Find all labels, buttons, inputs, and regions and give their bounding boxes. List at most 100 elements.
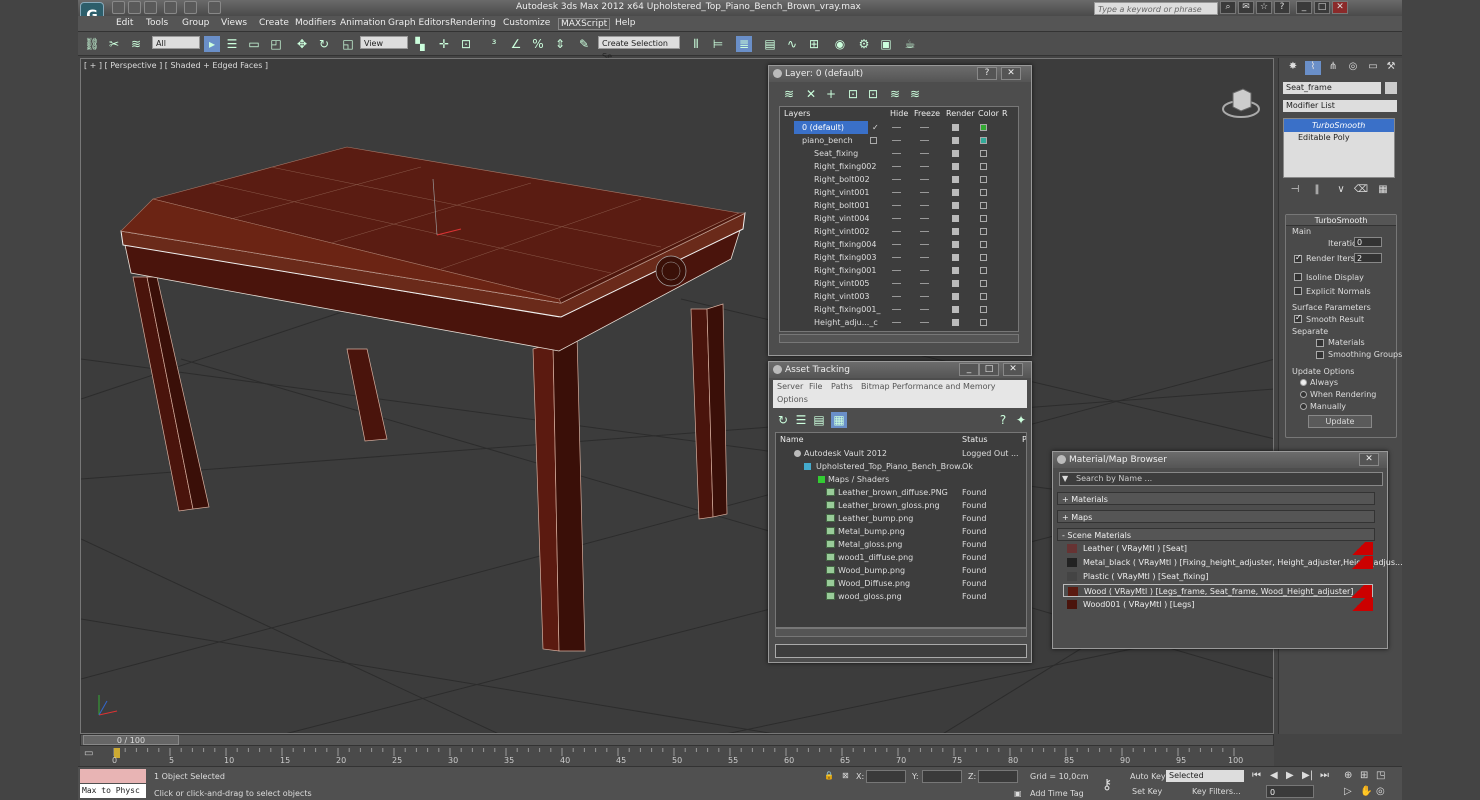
layer-close-button[interactable]: ✕: [1001, 67, 1021, 80]
time-slider-thumb[interactable]: 0 / 100: [83, 735, 179, 745]
modify-tab-icon[interactable]: ⌇: [1305, 61, 1321, 75]
material-row-wood[interactable]: Wood ( VRayMtl ) [Legs_frame, Seat_frame…: [1063, 584, 1373, 598]
save-icon[interactable]: [144, 1, 157, 14]
asset-menu-file[interactable]: File: [809, 382, 822, 391]
selection-filter-select[interactable]: All: [152, 36, 200, 49]
matbrowser-close-button[interactable]: ✕: [1359, 453, 1379, 466]
smoothing-groups-checkbox[interactable]: [1316, 351, 1324, 359]
layer-row[interactable]: Right_fixing001_: [780, 303, 1018, 316]
zoom-all-icon[interactable]: ⊞: [1360, 770, 1368, 781]
key-filter-select[interactable]: Selected: [1166, 770, 1244, 782]
close-button[interactable]: ✕: [1332, 1, 1348, 14]
material-row-metal-black[interactable]: Metal_black ( VRayMtl ) [Fixing_height_a…: [1063, 556, 1403, 569]
window-menu-icon[interactable]: [773, 365, 782, 374]
spinner-snap-icon[interactable]: ⇕: [552, 36, 568, 52]
maxscript-listener-pink[interactable]: [80, 769, 146, 783]
menu-maxscript[interactable]: MAXScript: [558, 18, 611, 30]
pin-stack-icon[interactable]: ⊣: [1287, 184, 1303, 198]
keyboard-shortcut-icon[interactable]: ⊡: [458, 36, 474, 52]
layer-row[interactable]: Right_vint003: [780, 290, 1018, 303]
asset-row[interactable]: Wood_bump.png Found: [776, 564, 1026, 577]
search-input[interactable]: Type a keyword or phrase: [1094, 2, 1218, 15]
go-to-start-icon[interactable]: ⏮: [1252, 770, 1261, 781]
layer-row[interactable]: Right_bolt001: [780, 199, 1018, 212]
update-manually-radio[interactable]: [1300, 403, 1307, 410]
restore-button[interactable]: □: [1314, 1, 1330, 14]
named-selection-select[interactable]: Create Selection Se: [598, 36, 680, 61]
materials-category[interactable]: + Materials: [1057, 492, 1375, 505]
update-when-rendering-radio[interactable]: [1300, 391, 1307, 398]
scale-icon[interactable]: ◱: [340, 36, 356, 52]
material-row-plastic[interactable]: Plastic ( VRayMtl ) [Seat_fixing]: [1063, 570, 1373, 583]
edit-named-selection-icon[interactable]: ✎: [576, 36, 592, 52]
turbosmooth-title[interactable]: TurboSmooth: [1286, 215, 1396, 226]
hierarchy-tab-icon[interactable]: ⋔: [1325, 61, 1341, 75]
layer-manager-icon[interactable]: ≣: [736, 36, 752, 52]
percent-snap-icon[interactable]: %: [530, 36, 546, 52]
snaps-toggle-icon[interactable]: ³: [486, 36, 502, 52]
add-to-layer-icon[interactable]: +: [823, 86, 839, 102]
key-mode-icon[interactable]: ⚷: [1102, 777, 1112, 793]
asset-menu-options[interactable]: Options: [777, 395, 808, 404]
time-slider[interactable]: 0 / 100: [80, 734, 1274, 746]
new-icon[interactable]: [112, 1, 125, 14]
graphite-icon[interactable]: ▤: [762, 36, 778, 52]
bind-spacewarp-icon[interactable]: ≋: [128, 36, 144, 52]
menu-help[interactable]: Help: [615, 18, 636, 28]
display-tab-icon[interactable]: ▭: [1365, 61, 1381, 75]
asset-maximize-button[interactable]: □: [979, 363, 999, 376]
redo-icon[interactable]: [184, 1, 197, 14]
render-production-icon[interactable]: ☕: [902, 36, 918, 52]
layer-row[interactable]: Right_vint002: [780, 225, 1018, 238]
smooth-result-checkbox[interactable]: [1294, 313, 1302, 323]
isoline-display-checkbox[interactable]: [1294, 273, 1302, 281]
asset-settings-icon[interactable]: ✦: [1013, 412, 1029, 428]
layer-row[interactable]: Height_adju..._c: [780, 316, 1018, 329]
freeze-all-layers-icon[interactable]: ≋: [907, 86, 923, 102]
show-end-result-icon[interactable]: ‖: [1309, 184, 1325, 198]
viewport-label[interactable]: [ + ] [ Perspective ] [ Shaded + Edged F…: [84, 61, 268, 70]
menu-graph-editors[interactable]: Graph Editors: [388, 18, 450, 28]
curve-editor-icon[interactable]: ∿: [784, 36, 800, 52]
layer-row[interactable]: Right_vint004: [780, 212, 1018, 225]
asset-row[interactable]: wood_gloss.png Found: [776, 590, 1026, 603]
layer-row[interactable]: piano_bench: [780, 134, 1018, 147]
link-icon[interactable]: ⛓: [84, 36, 100, 52]
schematic-view-icon[interactable]: ⊞: [806, 36, 822, 52]
table-view-icon[interactable]: ▦: [831, 412, 847, 428]
material-row-wood001[interactable]: Wood001 ( VRayMtl ) [Legs]: [1063, 598, 1373, 611]
asset-menu-bitmap[interactable]: Bitmap Performance and Memory: [861, 382, 996, 391]
asset-row[interactable]: Leather_brown_diffuse.PNG Found: [776, 486, 1026, 499]
layer-row[interactable]: 0 (default) ✓: [780, 121, 1018, 134]
rect-selection-icon[interactable]: ▭: [246, 36, 262, 52]
select-manipulate-icon[interactable]: ✛: [436, 36, 452, 52]
modifier-list-select[interactable]: Modifier List: [1283, 100, 1397, 112]
material-row-leather[interactable]: Leather ( VRayMtl ) [Seat]: [1063, 542, 1373, 555]
time-tag-icon[interactable]: ▣: [1014, 789, 1022, 798]
minimize-button[interactable]: _: [1296, 1, 1312, 14]
asset-minimize-button[interactable]: _: [959, 363, 979, 376]
unlink-icon[interactable]: ✂: [106, 36, 122, 52]
asset-row[interactable]: Metal_bump.png Found: [776, 525, 1026, 538]
asset-path-field[interactable]: [775, 644, 1027, 658]
select-by-name-icon[interactable]: ☰: [224, 36, 240, 52]
stack-item-editable-poly[interactable]: Editable Poly: [1284, 131, 1394, 144]
separate-materials-checkbox[interactable]: [1316, 339, 1324, 347]
favorites-icon[interactable]: ☆: [1256, 1, 1272, 14]
reference-coordinate-select[interactable]: View: [360, 36, 408, 49]
current-frame-field[interactable]: 0: [1266, 785, 1314, 798]
delete-layer-icon[interactable]: ✕: [803, 86, 819, 102]
layer-help-button[interactable]: ?: [977, 67, 997, 80]
motion-tab-icon[interactable]: ◎: [1345, 61, 1361, 75]
material-editor-icon[interactable]: ◉: [832, 36, 848, 52]
scene-materials-category[interactable]: - Scene Materials: [1057, 528, 1375, 541]
explicit-normals-checkbox[interactable]: [1294, 287, 1302, 295]
menu-rendering[interactable]: Rendering: [450, 18, 496, 28]
asset-row[interactable]: Autodesk Vault 2012 Logged Out ...: [776, 447, 1026, 460]
utilities-tab-icon[interactable]: ⚒: [1383, 61, 1399, 75]
update-button[interactable]: Update: [1308, 415, 1372, 428]
z-coordinate-field[interactable]: [978, 770, 1018, 783]
previous-frame-icon[interactable]: ◀: [1270, 770, 1278, 781]
lock-icon[interactable]: 🔒: [824, 771, 834, 780]
asset-horizontal-scrollbar[interactable]: [775, 628, 1027, 637]
